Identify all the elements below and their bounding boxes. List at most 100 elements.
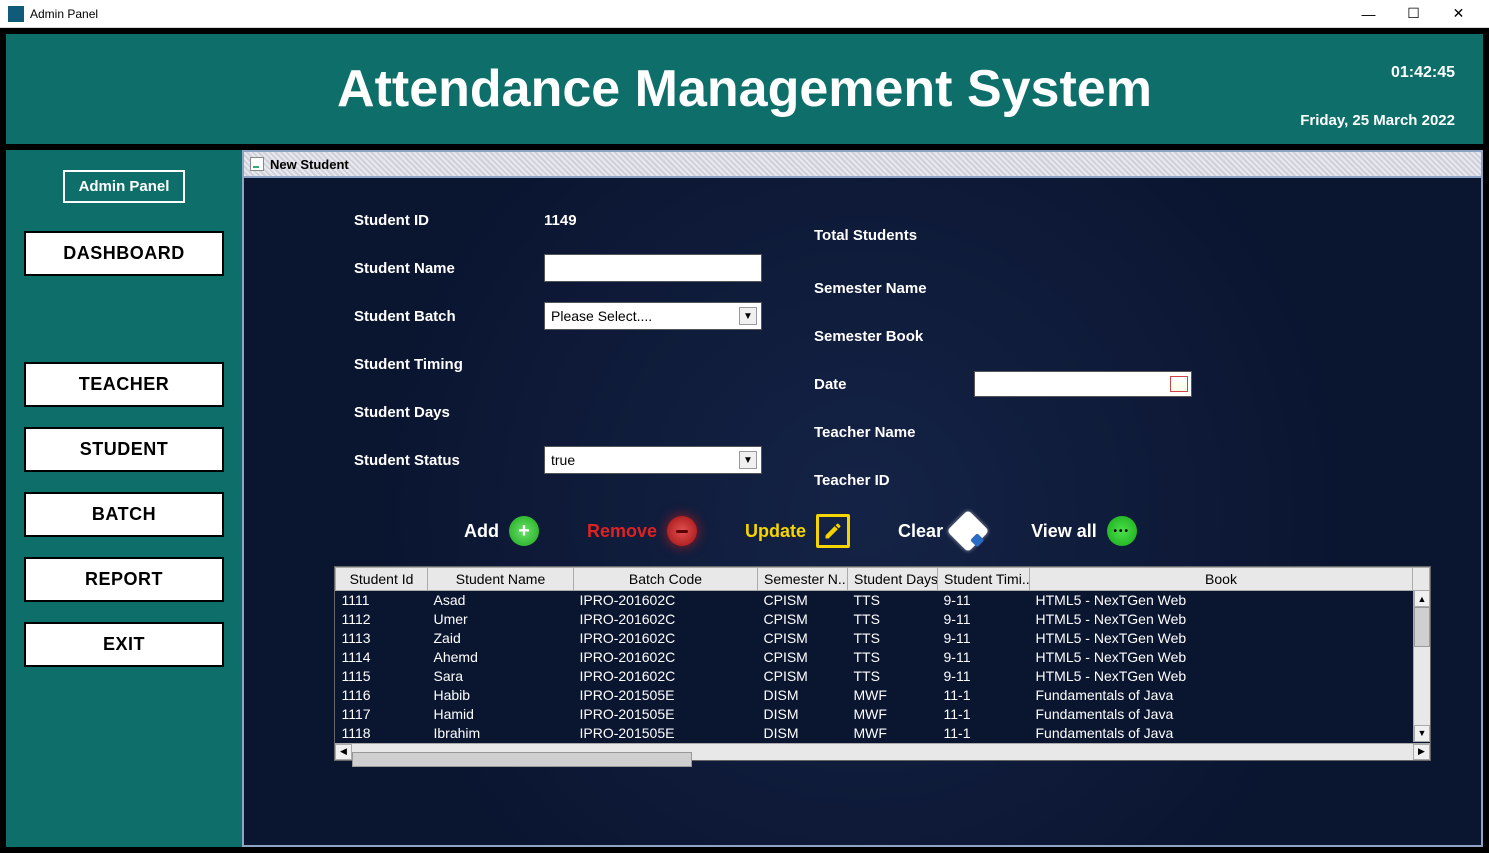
sidebar-title: Admin Panel [63, 170, 186, 203]
table-cell: 1116 [336, 686, 428, 705]
clear-button[interactable]: Clear [898, 516, 983, 546]
table-cell: 9-11 [938, 591, 1030, 610]
input-date[interactable] [974, 371, 1192, 397]
student-table: Student Id Student Name Batch Code Semes… [334, 566, 1431, 761]
inner-titlebar: New Student [244, 152, 1481, 178]
table-cell: 1114 [336, 648, 428, 667]
nav-student[interactable]: STUDENT [24, 427, 224, 472]
app-frame: Attendance Management System 01:42:45 Fr… [0, 28, 1489, 853]
table-row[interactable]: 1111AsadIPRO-201602CCPISMTTS9-11HTML5 - … [336, 591, 1430, 610]
scroll-thumb[interactable] [1414, 607, 1430, 647]
label-total-students: Total Students [814, 227, 974, 244]
nav-report[interactable]: REPORT [24, 557, 224, 602]
nav-label: STUDENT [80, 439, 169, 459]
viewall-label: View all [1031, 521, 1097, 542]
scroll-thumb-h[interactable] [352, 752, 692, 767]
input-student-name[interactable] [544, 254, 762, 282]
add-button[interactable]: Add + [464, 516, 539, 546]
col-student-days[interactable]: Student Days [848, 568, 938, 591]
label-student-id: Student ID [354, 212, 544, 229]
table-cell: Hamid [428, 705, 574, 724]
minimize-icon: — [1362, 6, 1376, 22]
col-book[interactable]: Book [1030, 568, 1413, 591]
nav-batch[interactable]: BATCH [24, 492, 224, 537]
table-cell: Ahemd [428, 648, 574, 667]
window-title: Admin Panel [30, 7, 1346, 21]
minus-icon [667, 516, 697, 546]
app-title: Attendance Management System [337, 59, 1152, 119]
clock-date: Friday, 25 March 2022 [1300, 112, 1455, 129]
form-area: Student ID 1149 Student Name Student Bat… [244, 178, 1481, 845]
scroll-down-icon[interactable]: ▼ [1414, 725, 1430, 742]
scroll-right-icon[interactable]: ▶ [1413, 744, 1430, 760]
table-cell: 9-11 [938, 667, 1030, 686]
horizontal-scrollbar[interactable]: ◀ ▶ [335, 743, 1430, 760]
table-cell: Fundamentals of Java [1030, 724, 1413, 743]
table-cell: 9-11 [938, 648, 1030, 667]
select-value: true [551, 452, 575, 468]
table-cell: DISM [758, 686, 848, 705]
nav-label: TEACHER [79, 374, 170, 394]
table-row[interactable]: 1112UmerIPRO-201602CCPISMTTS9-11HTML5 - … [336, 610, 1430, 629]
scroll-up-icon[interactable]: ▲ [1414, 590, 1430, 607]
table-row[interactable]: 1117HamidIPRO-201505EDISMMWF11-1Fundamen… [336, 705, 1430, 724]
table-cell: MWF [848, 724, 938, 743]
table-cell: 1111 [336, 591, 428, 610]
nav-teacher[interactable]: TEACHER [24, 362, 224, 407]
scroll-left-icon[interactable]: ◀ [335, 744, 352, 760]
header-banner: Attendance Management System 01:42:45 Fr… [6, 34, 1483, 144]
close-icon: ✕ [1453, 5, 1465, 22]
minimize-button[interactable]: — [1346, 0, 1391, 28]
table-cell: IPRO-201602C [574, 591, 758, 610]
col-student-timing[interactable]: Student Timi... [938, 568, 1030, 591]
table-cell: TTS [848, 648, 938, 667]
table-cell: Zaid [428, 629, 574, 648]
col-student-name[interactable]: Student Name [428, 568, 574, 591]
nav-label: DASHBOARD [63, 243, 185, 263]
col-semester-name[interactable]: Semester N... [758, 568, 848, 591]
table-row[interactable]: 1113ZaidIPRO-201602CCPISMTTS9-11HTML5 - … [336, 629, 1430, 648]
label-date: Date [814, 376, 974, 393]
table-cell: Sara [428, 667, 574, 686]
table-cell: CPISM [758, 648, 848, 667]
label-student-name: Student Name [354, 260, 544, 277]
table-cell: 1117 [336, 705, 428, 724]
add-label: Add [464, 521, 499, 542]
table-row[interactable]: 1114AhemdIPRO-201602CCPISMTTS9-11HTML5 -… [336, 648, 1430, 667]
table-cell: TTS [848, 667, 938, 686]
table-cell: CPISM [758, 667, 848, 686]
label-student-timing: Student Timing [354, 356, 544, 373]
table-cell: 11-1 [938, 686, 1030, 705]
document-icon [250, 157, 264, 171]
label-teacher-id: Teacher ID [814, 472, 974, 489]
plus-icon: + [509, 516, 539, 546]
table-cell: CPISM [758, 610, 848, 629]
table-cell: 1115 [336, 667, 428, 686]
table-cell: Habib [428, 686, 574, 705]
table-row[interactable]: 1116HabibIPRO-201505EDISMMWF11-1Fundamen… [336, 686, 1430, 705]
table-cell: MWF [848, 686, 938, 705]
viewall-button[interactable]: View all ••• [1031, 516, 1137, 546]
maximize-button[interactable]: ☐ [1391, 0, 1436, 28]
os-titlebar: Admin Panel — ☐ ✕ [0, 0, 1489, 28]
sidebar: Admin Panel DASHBOARD TEACHER STUDENT BA… [6, 150, 242, 847]
select-student-batch[interactable]: Please Select.... ▼ [544, 302, 762, 330]
table-cell: 11-1 [938, 724, 1030, 743]
value-student-id: 1149 [544, 212, 577, 229]
label-student-status: Student Status [354, 452, 544, 469]
label-student-days: Student Days [354, 404, 544, 421]
nav-exit[interactable]: EXIT [24, 622, 224, 667]
pencil-icon [816, 514, 850, 548]
nav-dashboard[interactable]: DASHBOARD [24, 231, 224, 276]
table-cell: Asad [428, 591, 574, 610]
table-row[interactable]: 1118IbrahimIPRO-201505EDISMMWF11-1Fundam… [336, 724, 1430, 743]
table-row[interactable]: 1115SaraIPRO-201602CCPISMTTS9-11HTML5 - … [336, 667, 1430, 686]
col-student-id[interactable]: Student Id [336, 568, 428, 591]
label-student-batch: Student Batch [354, 308, 544, 325]
close-button[interactable]: ✕ [1436, 0, 1481, 28]
vertical-scrollbar[interactable]: ▲ ▼ [1413, 590, 1430, 742]
col-batch-code[interactable]: Batch Code [574, 568, 758, 591]
select-student-status[interactable]: true ▼ [544, 446, 762, 474]
update-button[interactable]: Update [745, 514, 850, 548]
remove-button[interactable]: Remove [587, 516, 697, 546]
